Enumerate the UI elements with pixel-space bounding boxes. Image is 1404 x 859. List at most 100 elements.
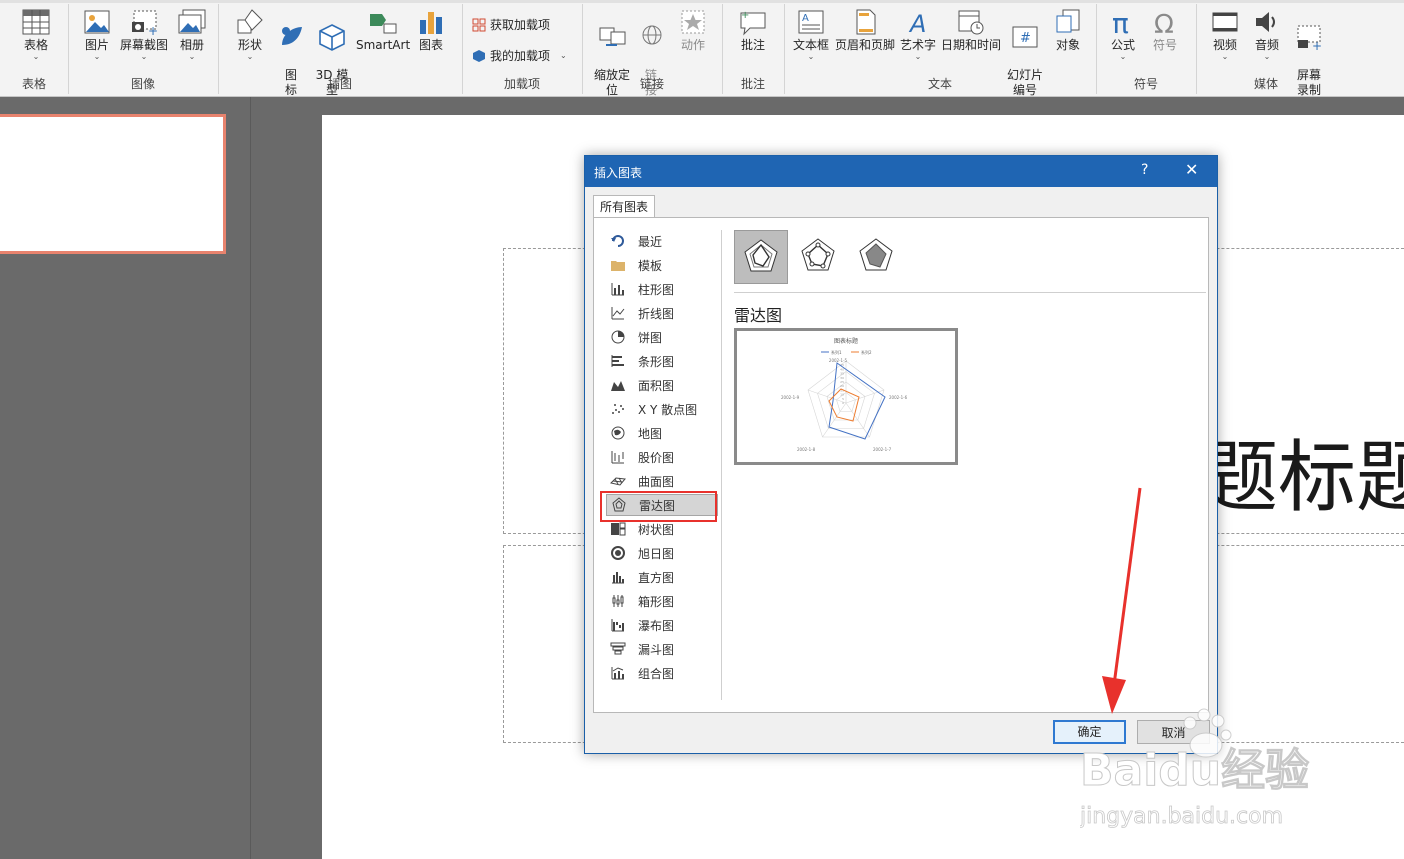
- svg-text:+: +: [148, 24, 158, 36]
- object-icon: [1056, 9, 1080, 33]
- picture-button[interactable]: 图片 ⌄: [80, 8, 114, 61]
- addin-cube-icon: [473, 49, 485, 62]
- chevron-down-icon: ⌄: [93, 52, 101, 61]
- chart-category-bar[interactable]: 条形图: [606, 350, 718, 372]
- annotation-arrow-icon: [1102, 487, 1142, 714]
- ribbon-topline: [0, 0, 1404, 3]
- chart-category-area[interactable]: 面积图: [606, 374, 718, 396]
- subtype-radar-markers[interactable]: [792, 230, 846, 284]
- action-button[interactable]: 动作: [676, 8, 710, 53]
- svg-text:#: #: [1020, 31, 1031, 46]
- dialog-title: 插入图表: [594, 166, 643, 180]
- chart-category-boxwhisker[interactable]: 箱形图: [606, 590, 718, 612]
- audio-button[interactable]: 音频 ⌄: [1250, 8, 1284, 61]
- slide-thumbnail[interactable]: [0, 114, 226, 254]
- baidu-logo-icon: Baidu经验 jingyan.baidu.com: [1079, 708, 1310, 829]
- wordart-button[interactable]: A 艺术字 ⌄: [898, 8, 938, 61]
- combo-chart-icon: [611, 667, 624, 680]
- album-button[interactable]: 相册 ⌄: [174, 8, 210, 61]
- chart-category-map[interactable]: 地图: [606, 422, 718, 444]
- chart-category-stock[interactable]: 股价图: [606, 446, 718, 468]
- chart-category-waterfall[interactable]: 瀑布图: [606, 614, 718, 636]
- chart-category-histogram[interactable]: 直方图: [606, 566, 718, 588]
- object-button[interactable]: 对象: [1050, 8, 1086, 53]
- chart-category-label: 曲面图: [638, 474, 675, 489]
- tab-all-charts[interactable]: 所有图表: [593, 195, 655, 218]
- datetime-button[interactable]: 日期和时间: [940, 8, 1002, 53]
- chart-preview[interactable]: 图表标题 系列1 系列2 0 5 10 15 20 25 30 35 40 45 2002-1-5…: [734, 328, 958, 465]
- stock-chart-icon: [611, 451, 624, 464]
- get-addins-label: 获取加载项: [490, 18, 551, 32]
- group-label-addins: 加载项: [503, 77, 540, 91]
- chart-category-label: 面积图: [638, 378, 675, 393]
- group-label-links: 链接: [639, 77, 664, 91]
- chart-category-sunburst[interactable]: 旭日图: [606, 542, 718, 564]
- my-addins-button[interactable]: 我的加载项 ⌄: [472, 47, 567, 64]
- preview-title: 图表标题: [834, 337, 858, 345]
- video-button[interactable]: 视频 ⌄: [1208, 8, 1242, 61]
- symbol-button[interactable]: Ω 符号: [1148, 8, 1182, 53]
- chart-category-template[interactable]: 模板: [606, 254, 718, 276]
- chart-category-pie[interactable]: 饼图: [606, 326, 718, 348]
- textbox-button[interactable]: A 文本框 ⌄: [790, 8, 832, 61]
- svg-text:A: A: [908, 10, 926, 36]
- chart-button[interactable]: 图表: [416, 8, 446, 53]
- chart-category-recent[interactable]: 最近: [606, 230, 718, 252]
- series1-polygon: [828, 362, 886, 440]
- screenshot-button[interactable]: + 屏幕截图 ⌄: [118, 8, 170, 61]
- comment-label: 批注: [740, 38, 765, 52]
- group-label-table: 表格: [21, 77, 46, 91]
- smartart-button[interactable]: SmartArt: [356, 8, 410, 53]
- get-addins-button[interactable]: 获取加载项: [472, 16, 550, 33]
- header-footer-icon: [856, 9, 876, 35]
- chevron-down-icon: ⌄: [140, 52, 148, 61]
- chart-category-funnel[interactable]: 漏斗图: [606, 638, 718, 660]
- svg-text:π: π: [1112, 8, 1129, 36]
- group-label-image: 图像: [130, 77, 155, 91]
- watermark-url: jingyan.baidu.com: [1080, 804, 1283, 829]
- chevron-down-icon: ⌄: [1119, 52, 1127, 61]
- ribbon: 表格 ⌄ 表格 图片 ⌄ + 屏幕截图 ⌄ 相册 ⌄ 图像 形状 ⌄ 图 标 3…: [0, 0, 1404, 97]
- map-chart-icon: [611, 426, 625, 440]
- comment-button[interactable]: + 批注: [736, 8, 770, 53]
- group-label-illustrations: 插图: [327, 77, 352, 91]
- subtype-radar[interactable]: [734, 230, 788, 284]
- svg-text:+: +: [1312, 39, 1322, 51]
- header-footer-button[interactable]: 页眉和页脚: [834, 8, 896, 53]
- chart-category-surface[interactable]: 曲面图: [606, 470, 718, 492]
- shapes-button[interactable]: 形状 ⌄: [232, 8, 268, 61]
- chart-category-scatter[interactable]: X Y 散点图: [606, 398, 718, 420]
- subtype-filled-radar[interactable]: [850, 230, 904, 284]
- equation-button[interactable]: π 公式 ⌄: [1106, 8, 1140, 61]
- chart-category-label: X Y 散点图: [638, 402, 698, 417]
- close-button[interactable]: ✕: [1185, 160, 1198, 179]
- chevron-down-icon: ⌄: [1221, 52, 1229, 61]
- group-label-comments: 批注: [740, 77, 765, 91]
- film-icon: [1212, 12, 1238, 32]
- chevron-down-icon: ⌄: [914, 52, 922, 61]
- table-button[interactable]: 表格 ⌄: [16, 8, 56, 61]
- radar-icon: [744, 239, 778, 272]
- chart-category-combo[interactable]: 组合图: [606, 662, 718, 684]
- chart-category-line[interactable]: 折线图: [606, 302, 718, 324]
- group-table: 表格 ⌄ 表格: [0, 4, 69, 94]
- chevron-down-icon: ⌄: [188, 52, 196, 61]
- group-text: A 文本框 ⌄ 页眉和页脚 A 艺术字 ⌄ 日期和时间 # 幻灯片 编号 对象 …: [784, 4, 1097, 97]
- radar-grid: 051015202530354045: [807, 360, 885, 438]
- chart-category-label: 地图: [638, 426, 663, 441]
- subtype-title: 雷达图: [734, 306, 783, 325]
- slide-thumbnail-pane: [0, 97, 251, 859]
- chevron-down-icon: ⌄: [560, 51, 567, 60]
- album-icon: [178, 9, 206, 34]
- radar-tick-label: 5: [842, 397, 844, 401]
- area-chart-icon: [611, 381, 625, 391]
- axis-label: 2002-1-8: [797, 447, 816, 452]
- chart-category-column[interactable]: 柱形图: [606, 278, 718, 300]
- star-action-icon: [681, 10, 705, 34]
- textbox-icon: A: [798, 10, 824, 34]
- chart-category-label: 组合图: [638, 666, 675, 681]
- help-button[interactable]: ?: [1141, 162, 1148, 178]
- radar-tick-label: 30: [840, 376, 844, 380]
- chevron-down-icon: ⌄: [32, 52, 40, 61]
- calendar-clock-icon: [958, 10, 984, 35]
